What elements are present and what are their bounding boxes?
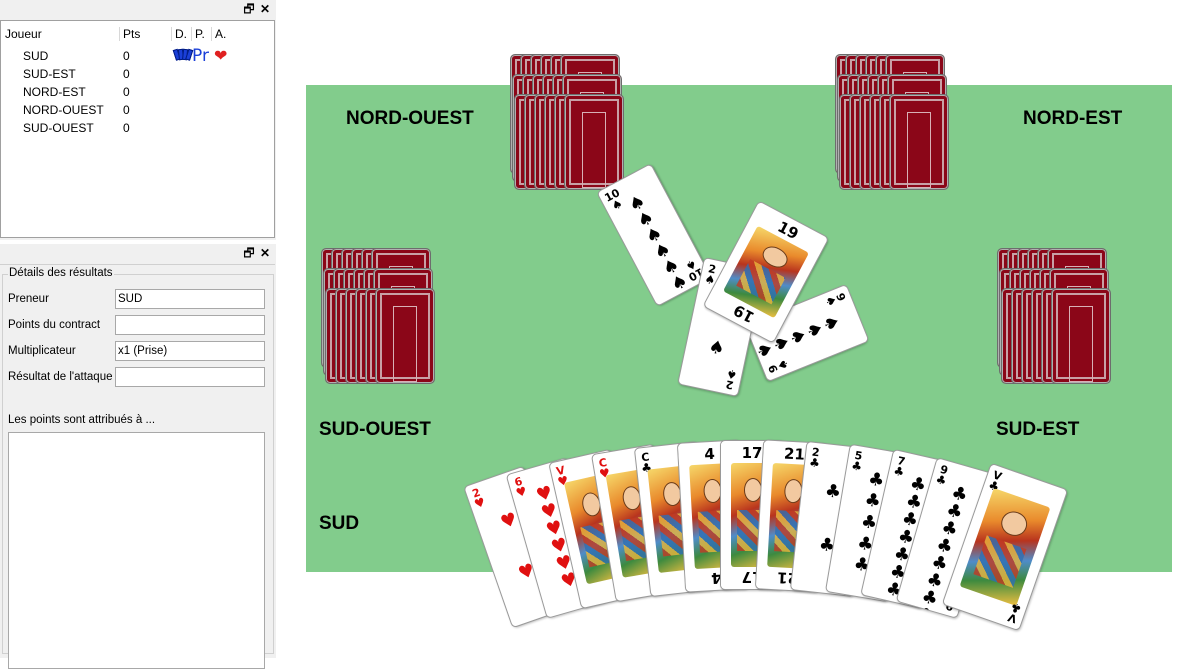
card-index: 6♥ — [512, 474, 529, 500]
results-dock-titlebar: 🗗 ✕ — [0, 244, 276, 264]
header-player[interactable]: Joueur — [5, 27, 42, 41]
float-dock-button[interactable]: 🗗 — [242, 246, 256, 260]
taker-row: Preneur SUD — [8, 289, 268, 311]
player-points: 0 — [123, 121, 130, 135]
card-back — [1051, 288, 1111, 384]
player-name: SUD-OUEST — [23, 121, 94, 135]
close-dock-button[interactable]: ✕ — [258, 246, 272, 260]
player-label-sud: SUD — [319, 513, 360, 534]
player-name: NORD-OUEST — [23, 103, 104, 117]
float-dock-button[interactable]: 🗗 — [242, 2, 256, 16]
card-back — [564, 94, 624, 190]
results-details: Détails des résultats Preneur SUD Points… — [0, 264, 275, 669]
player-name: SUD-EST — [23, 67, 76, 81]
player-row-sud-ouest[interactable]: SUD-OUEST 0 — [1, 119, 274, 137]
card-index: 2♥ — [470, 486, 488, 512]
heart-icon: ❤ — [214, 48, 228, 65]
player-name: SUD — [23, 49, 49, 63]
player-label-sud-ouest: SUD-OUEST — [319, 419, 431, 440]
multiplier-label: Multiplicateur — [8, 345, 76, 357]
players-dock-titlebar: 🗗 ✕ — [0, 0, 276, 20]
column-separator — [191, 27, 192, 41]
results-dock: 🗗 ✕ Détails des résultats Preneur SUD Po… — [0, 244, 276, 669]
attack-result-label: Résultat de l'attaque — [8, 371, 113, 383]
taker-label: Preneur — [8, 293, 49, 305]
taker-field[interactable]: SUD — [115, 289, 265, 309]
card-back — [889, 94, 949, 190]
card-index: V ♣ — [1006, 600, 1024, 626]
attack-result-row: Résultat de l'attaque — [8, 367, 268, 389]
player-row-sud-est[interactable]: SUD-EST 0 — [1, 65, 274, 83]
players-dock: 🗗 ✕ Joueur Pts D. P. A. SUD 0 Pr ❤ SUD-E… — [0, 0, 276, 240]
contract-points-field[interactable] — [115, 315, 265, 335]
player-points: 0 — [123, 85, 130, 99]
player-label-nord-est: NORD-EST — [1023, 108, 1123, 129]
points-attribution-label: Les points sont attribués à ... — [8, 414, 156, 426]
player-label-nord-ouest: NORD-OUEST — [346, 108, 474, 129]
attack-result-field[interactable] — [115, 367, 265, 387]
column-separator — [211, 27, 212, 41]
player-row-nord-est[interactable]: NORD-EST 0 — [1, 83, 274, 101]
header-points[interactable]: Pts — [123, 27, 140, 41]
points-attribution-list[interactable] — [8, 432, 265, 669]
player-name: NORD-EST — [23, 85, 86, 99]
player-row-nord-ouest[interactable]: NORD-OUEST 0 — [1, 101, 274, 119]
header-called[interactable]: A. — [215, 27, 226, 41]
player-label-sud-est: SUD-EST — [996, 419, 1080, 440]
cards-icon — [172, 48, 194, 61]
header-dealer[interactable]: D. — [175, 27, 187, 41]
contract-points-row: Points du contract — [8, 315, 268, 337]
card-back — [375, 288, 435, 384]
player-points: 0 — [123, 49, 130, 63]
column-separator — [171, 27, 172, 41]
player-row-sud[interactable]: SUD 0 Pr ❤ — [1, 46, 274, 66]
players-table: Joueur Pts D. P. A. SUD 0 Pr ❤ SUD-EST 0 — [0, 20, 275, 238]
players-table-header: Joueur Pts D. P. A. — [1, 25, 274, 43]
card-index: 9 ♠ — [766, 357, 792, 375]
player-points: 0 — [123, 103, 130, 117]
column-separator — [119, 27, 120, 41]
player-points: 0 — [123, 67, 130, 81]
results-group-title: Détails des résultats — [8, 267, 114, 279]
game-table: NORD-OUEST NORD-EST SUD-OUEST SUD-EST SU… — [278, 0, 1200, 658]
multiplier-row: Multiplicateur x1 (Prise) — [8, 341, 268, 363]
multiplier-field[interactable]: x1 (Prise) — [115, 341, 265, 361]
taker-mark: Pr — [192, 46, 209, 66]
header-taker[interactable]: P. — [195, 27, 205, 41]
card-index: 9 ♠ — [822, 291, 848, 309]
close-dock-button[interactable]: ✕ — [258, 2, 272, 16]
contract-points-label: Points du contract — [8, 319, 101, 331]
